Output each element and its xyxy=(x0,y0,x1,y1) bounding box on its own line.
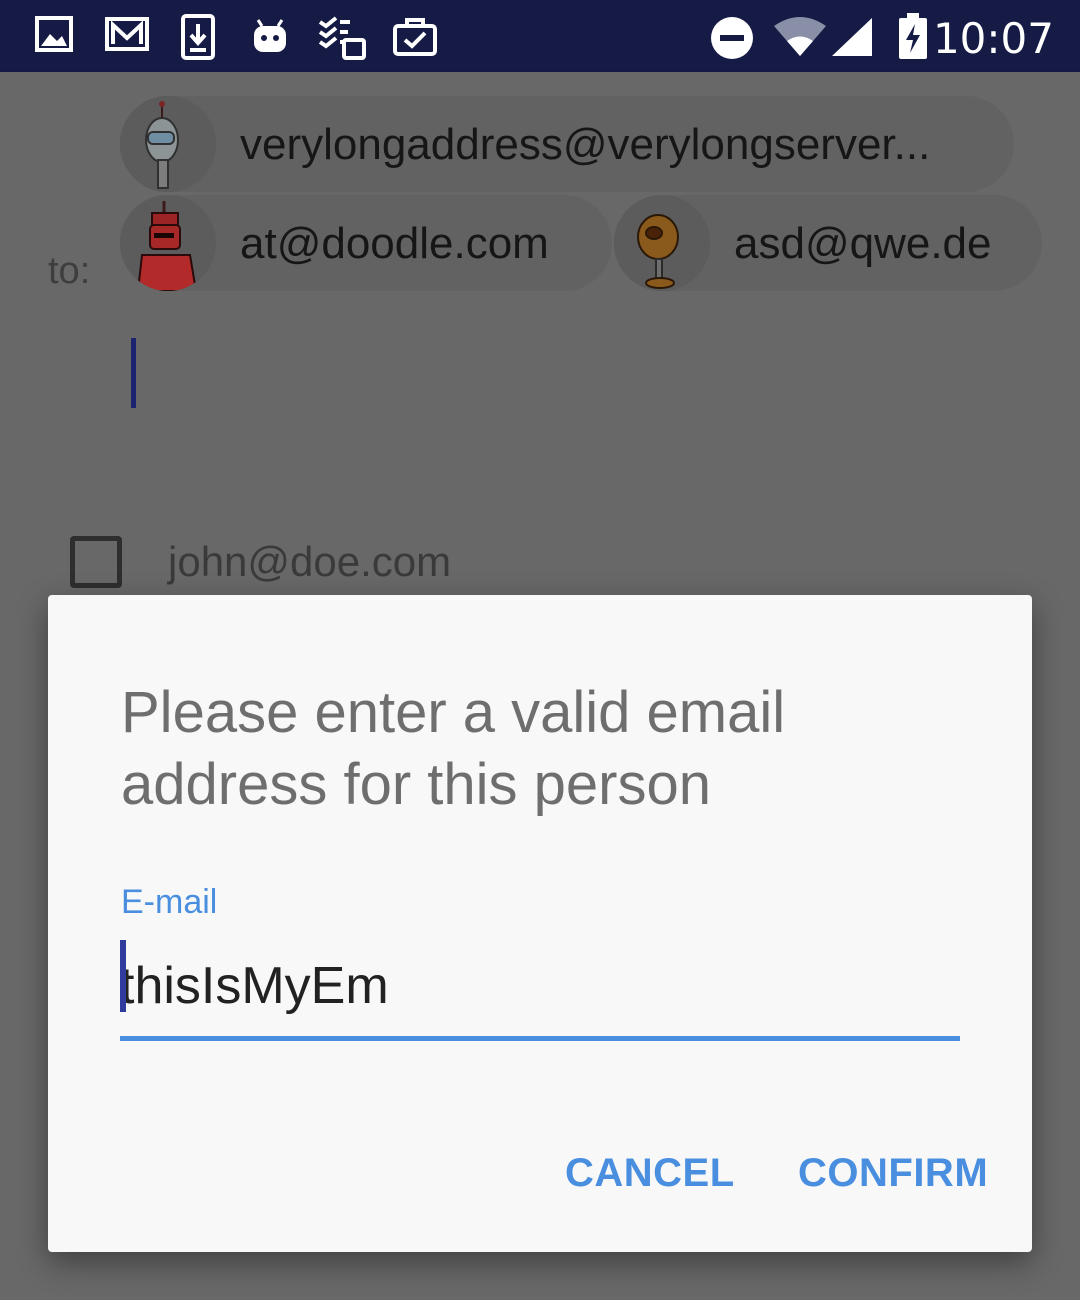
download-icon xyxy=(181,14,215,60)
do-not-disturb-icon xyxy=(711,17,753,59)
android-icon xyxy=(254,19,286,52)
email-field[interactable] xyxy=(120,935,960,1041)
recipient-chip[interactable]: at@doodle.com xyxy=(120,195,612,291)
contact-email: john@doe.com xyxy=(168,538,452,585)
recipients-area: to: verylongaddress@verylongserver... at… xyxy=(0,72,1080,466)
todoist-icon xyxy=(318,16,366,60)
avatar xyxy=(120,195,216,291)
battery-charging-icon xyxy=(899,13,927,59)
cancel-button[interactable]: CANCEL xyxy=(565,1151,735,1196)
robot-avatar-icon xyxy=(120,96,216,192)
email-field-label: E-mail xyxy=(121,883,218,921)
task-icon xyxy=(393,18,437,56)
recipient-chip[interactable]: verylongaddress@verylongserver... xyxy=(120,96,1014,192)
robot-avatar-icon xyxy=(120,195,216,291)
recipient-chip[interactable]: asd@qwe.de xyxy=(614,195,1042,291)
robot-avatar-icon xyxy=(614,195,710,291)
wifi-icon xyxy=(774,17,826,56)
image-icon xyxy=(35,16,73,52)
to-label: to: xyxy=(48,250,91,292)
email-field-cursor xyxy=(120,940,126,1012)
gmail-icon xyxy=(105,17,149,51)
status-bar: 10:07 xyxy=(0,0,1080,72)
recipient-input-cursor[interactable] xyxy=(131,338,136,408)
contact-checkbox[interactable] xyxy=(70,536,122,588)
avatar xyxy=(120,96,216,192)
chip-email: verylongaddress@verylongserver... xyxy=(240,120,931,169)
chip-email: at@doodle.com xyxy=(240,219,549,268)
chip-email: asd@qwe.de xyxy=(734,219,992,268)
signal-icon xyxy=(832,18,872,56)
dialog-title: Please enter a valid email address for t… xyxy=(121,680,786,817)
avatar xyxy=(614,195,710,291)
email-dialog: Please enter a valid email address for t… xyxy=(48,595,1032,1252)
confirm-button[interactable]: CONFIRM xyxy=(798,1151,988,1196)
clock: 10:07 xyxy=(932,14,1054,63)
